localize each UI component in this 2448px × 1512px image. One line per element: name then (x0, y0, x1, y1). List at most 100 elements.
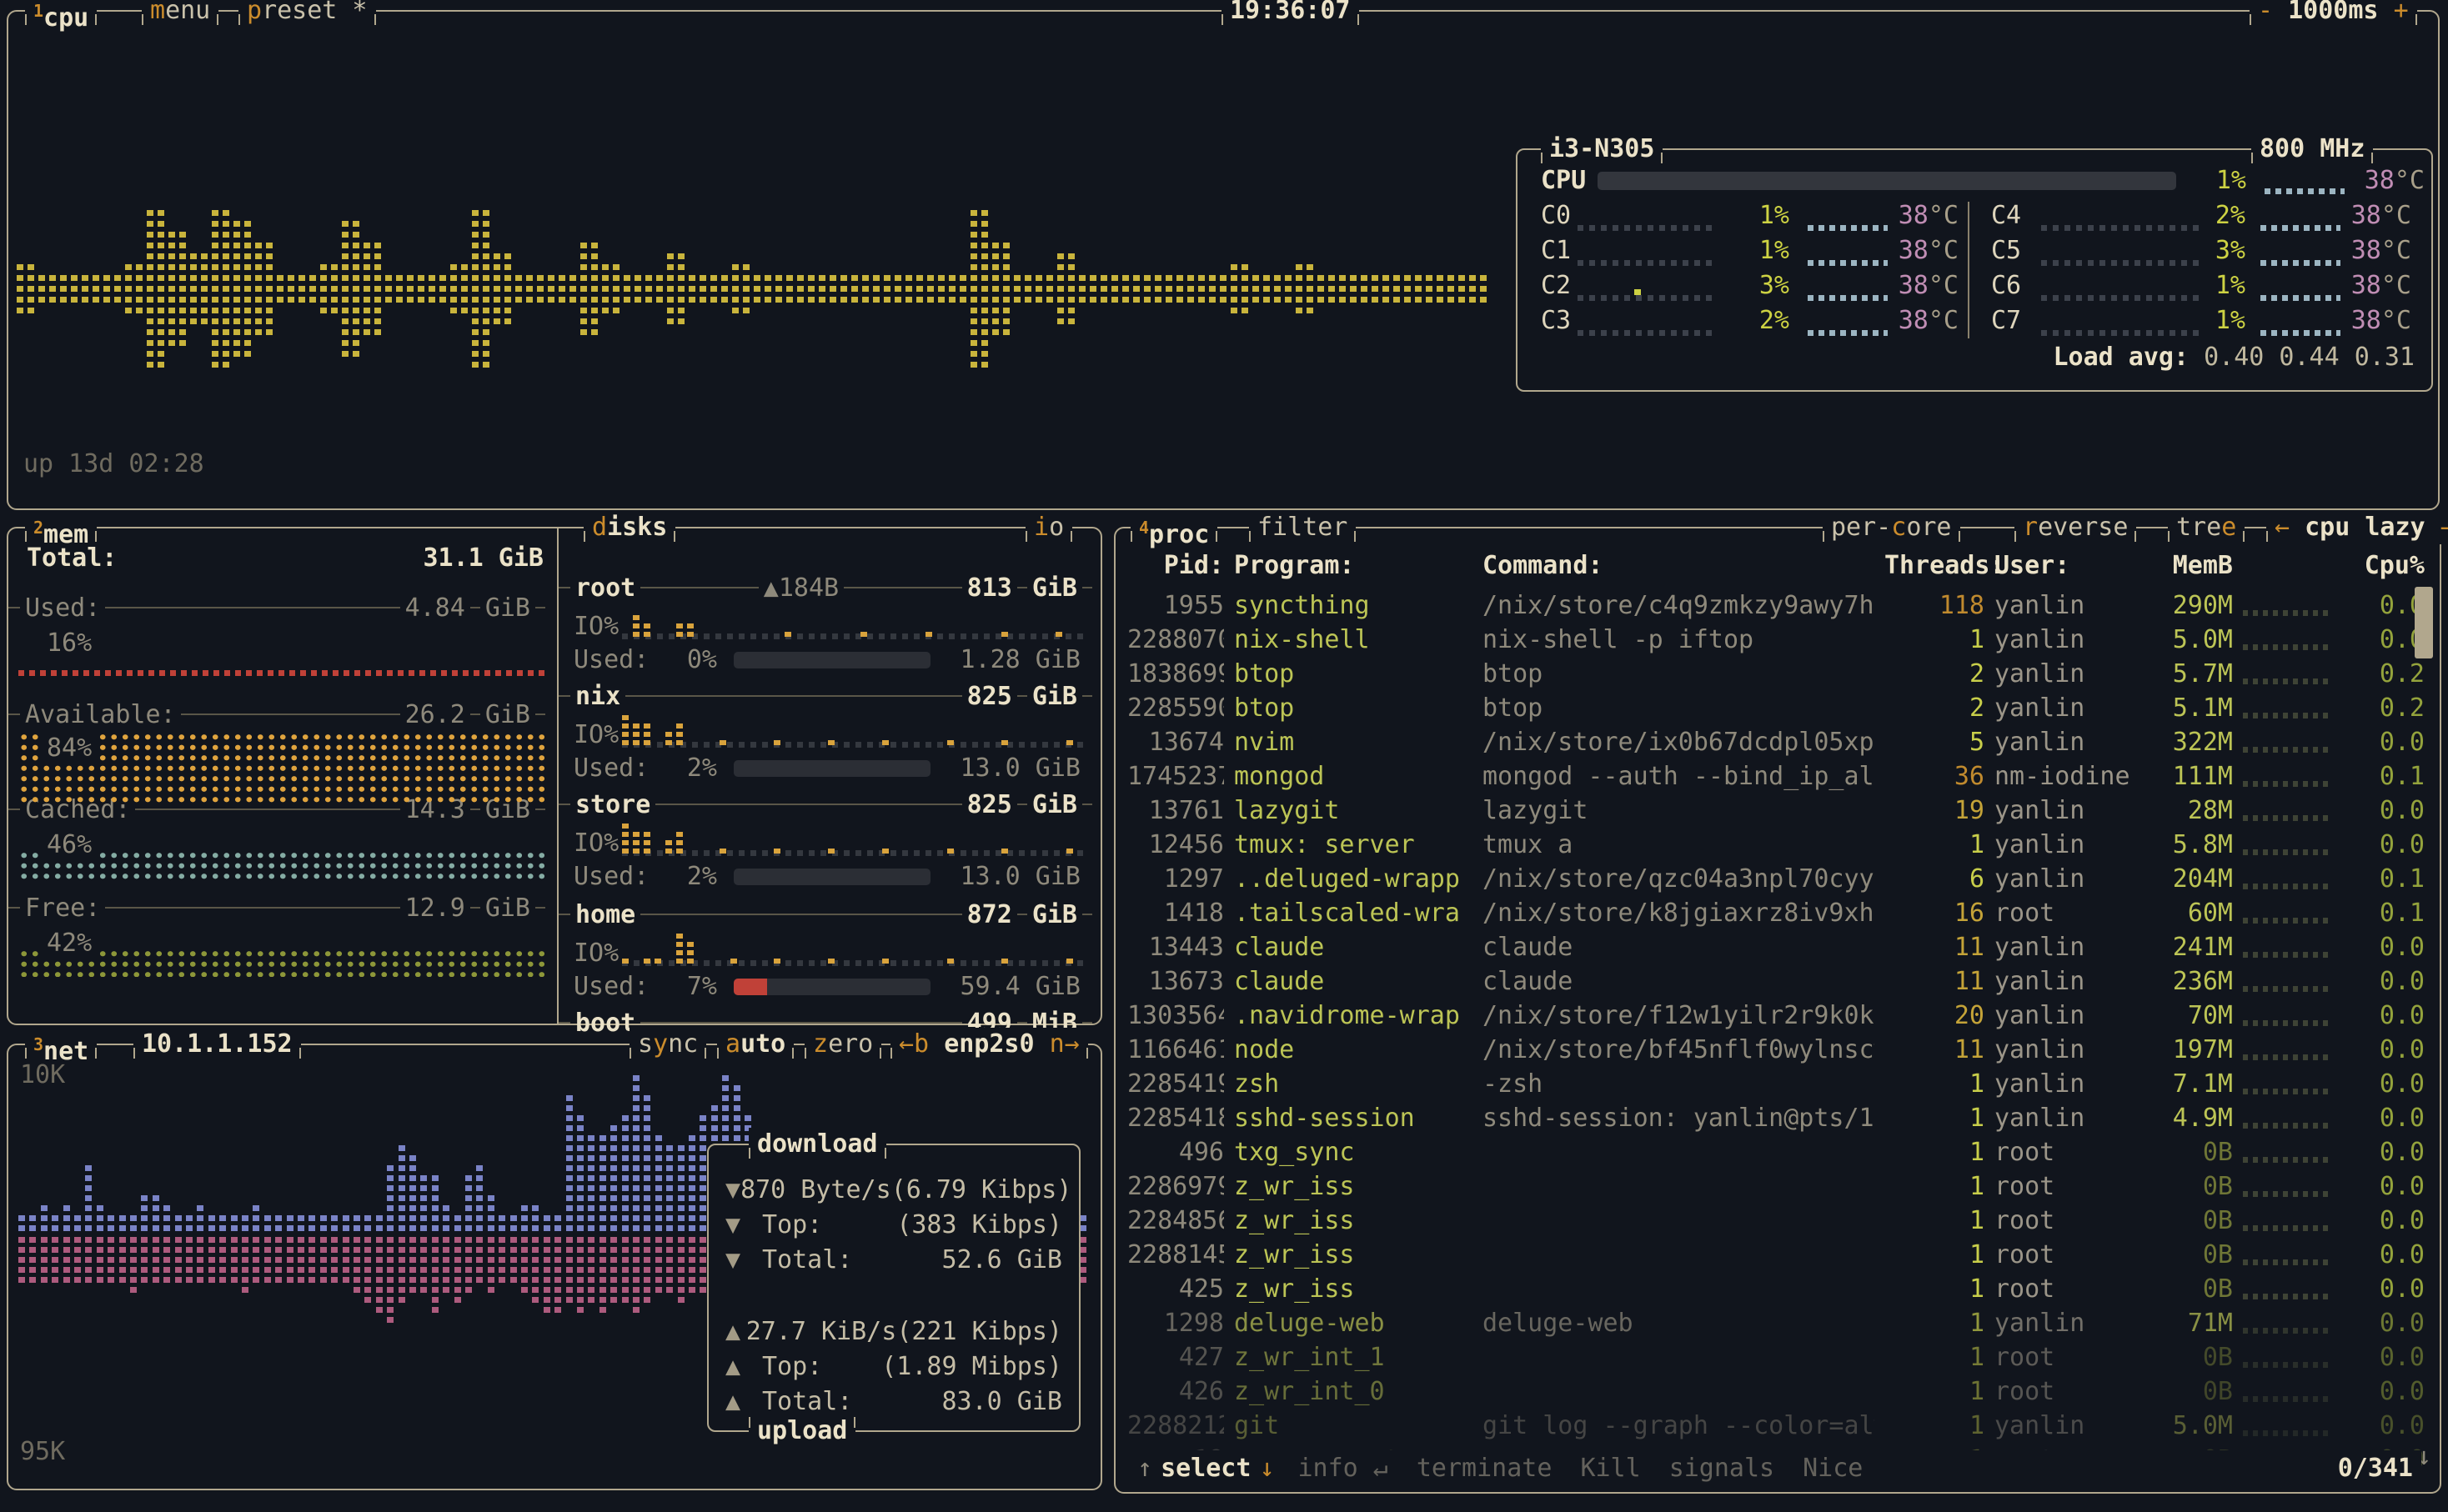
core-usage-graph (1578, 225, 1718, 231)
core-usage-graph (1578, 330, 1718, 336)
process-row[interactable]: 1297 ..deluged-wrapp /nix/store/qzc04a3n… (1116, 862, 2416, 896)
process-row[interactable]: 426 z_wr_int_0 1 root 0B 0.0 (1116, 1374, 2416, 1409)
sort-prev-button[interactable]: ← (2275, 513, 2290, 542)
cpu-hotkey: 1 (33, 1, 43, 21)
process-row[interactable]: 2286979 z_wr_iss 1 root 0B 0.0 (1116, 1169, 2416, 1204)
process-row[interactable]: 1298 deluge-web deluge-web 1 yanlin 71M … (1116, 1306, 2416, 1340)
footer-nice-button[interactable]: Nice (1803, 1454, 1863, 1483)
filter-button[interactable]: filter (1249, 511, 1356, 544)
download-stat-row: ▼870 Byte/s(6.79 Kibps) (725, 1175, 1062, 1204)
footer-info-button[interactable]: info ↵ (1298, 1454, 1388, 1483)
download-stat-row: ▼Total:52.6 GiB (725, 1245, 1062, 1274)
core-row: C6 1% 38°C (1968, 268, 2418, 303)
download-stat-row: ▼Top:(383 Kibps) (725, 1210, 1062, 1239)
refresh-plus-button[interactable]: + (2394, 0, 2409, 25)
net-sync-button[interactable]: sync (630, 1028, 706, 1061)
process-row[interactable]: 13443 claude claude 11 yanlin 241M 0.0 (1116, 930, 2416, 964)
process-row[interactable]: 427 z_wr_int_1 1 root 0B 0.0 (1116, 1340, 2416, 1374)
disk-nix-used-bar (734, 760, 931, 777)
footer-kill-button[interactable]: Kill (1580, 1454, 1640, 1483)
mem-used-divider: Used: 4.84 GiB (8, 593, 545, 622)
net-auto-button[interactable]: auto (717, 1028, 794, 1061)
mem-available-divider: Available: 26.2 GiB (8, 700, 545, 728)
disk-home-used-bar (734, 979, 931, 995)
disk-root-divider[interactable]: root▲184B813GiB (559, 573, 1092, 602)
network-box: 3net 10.1.1.152 sync auto zero ←b enp2s0… (7, 1044, 1102, 1490)
process-row[interactable]: 425 z_wr_iss 1 root 0B 0.0 (1116, 1272, 2416, 1306)
next-interface-button[interactable]: n→ (1050, 1029, 1080, 1059)
process-row[interactable]: 1418 .tailscaled-wra /nix/store/k8jgiaxr… (1116, 896, 2416, 930)
core-temp-graph (1808, 225, 1888, 231)
select-up-icon[interactable]: ↑ (1137, 1450, 1152, 1487)
disk-home-used-row: Used: 7% 59.4 GiB (559, 970, 1092, 1004)
process-row[interactable]: 13674 nvim /nix/store/ix0b67dcdpl05xpagx… (1116, 725, 2416, 759)
cpu-frequency: 800 MHz (2251, 133, 2373, 166)
mem-available-percent: 84% (40, 733, 98, 763)
process-row[interactable]: 2285590 btop btop 2 yanlin 5.1M 0.2 (1116, 691, 2416, 725)
menu-button[interactable]: menu (142, 0, 218, 28)
process-row[interactable]: 13673 claude claude 11 yanlin 236M 0.0 (1116, 964, 2416, 999)
process-row[interactable]: 12456 tmux: server tmux a 1 yanlin 5.8M … (1116, 828, 2416, 862)
process-row[interactable]: 2288145 z_wr_iss 1 root 0B 0.0 (1116, 1238, 2416, 1272)
net-box-title[interactable]: 3net (25, 1028, 97, 1061)
disk-store-used-row: Used: 2% 13.0 GiB (559, 860, 1092, 894)
process-row[interactable]: 2284856 z_wr_iss 1 root 0B 0.0 (1116, 1204, 2416, 1238)
upload-stat-row: ▲Top:(1.89 Mibps) (725, 1352, 1062, 1381)
process-row[interactable]: 2288070 nix-shell nix-shell -p iftop 1 y… (1116, 623, 2416, 657)
disk-home-divider[interactable]: home872GiB (559, 900, 1092, 929)
sort-next-button[interactable]: → (2440, 513, 2448, 542)
core-row: C4 2% 38°C (1968, 198, 2418, 233)
disk-root-io-row: IO% (559, 605, 1092, 642)
disk-store-io-row: IO% (559, 822, 1092, 859)
net-ip-button[interactable]: 10.1.1.152 (133, 1028, 301, 1061)
mem-free-percent: 42% (40, 929, 98, 958)
mem-free-divider: Free: 12.9 GiB (8, 894, 545, 922)
net-zero-button[interactable]: zero (805, 1028, 881, 1061)
core-temp-graph (2260, 225, 2340, 231)
cpu-temp-graph (2265, 188, 2345, 194)
cpu-usage-graph (17, 199, 1509, 385)
btop-screen: 1cpu menu preset * 19:36:07 - 1000ms + u… (0, 0, 2448, 1512)
footer-signals-button[interactable]: signals (1669, 1454, 1774, 1483)
process-row[interactable]: 1955 syncthing /nix/store/c4q9zmkzy9awy7… (1116, 588, 2416, 623)
process-row[interactable]: 1838699 btop btop 2 yanlin 5.7M 0.2 (1116, 657, 2416, 691)
cpu-box: 1cpu menu preset * 19:36:07 - 1000ms + u… (7, 10, 2440, 510)
proc-box-title[interactable]: 4proc (1131, 511, 1217, 544)
core-temp-graph (2260, 295, 2340, 301)
mem-cached-percent: 46% (40, 830, 98, 859)
process-row[interactable]: 2285418 sshd-session sshd-session: yanli… (1116, 1101, 2416, 1135)
process-row[interactable]: 1166461 node /nix/store/bf45nflf0wylnscw… (1116, 1033, 2416, 1067)
core-row: C2 3% 38°C (1517, 268, 1968, 303)
disk-nix-divider[interactable]: nix825GiB (559, 682, 1092, 710)
sort-column: cpu lazy (2305, 513, 2425, 542)
process-row[interactable]: 2288212 git git log --graph --color=alwa… (1116, 1409, 2416, 1443)
refresh-rate-control[interactable]: - 1000ms + (2250, 0, 2417, 28)
process-row[interactable]: 1303564 .navidrome-wrap /nix/store/f12w1… (1116, 999, 2416, 1033)
process-row[interactable]: 496 txg_sync 1 root 0B 0.0 (1116, 1135, 2416, 1169)
select-down-icon[interactable]: ↓ (1259, 1450, 1274, 1487)
footer-terminate-button[interactable]: terminate (1417, 1454, 1553, 1483)
uptime: up 13d 02:28 (23, 449, 204, 478)
proc-scrollbar[interactable] (2415, 587, 2433, 658)
process-row[interactable]: 13761 lazygit lazygit 19 yanlin 28M 0.0 (1116, 794, 2416, 828)
refresh-value: 1000ms (2288, 0, 2378, 25)
cpu-box-title[interactable]: 1cpu (25, 0, 97, 28)
per-core-button[interactable]: per-core (1823, 511, 1960, 544)
disk-nix-used-row: Used: 2% 13.0 GiB (559, 752, 1092, 785)
sort-selector[interactable]: ← cpu lazy → (2266, 511, 2448, 544)
upload-stat-row: ▲Total:83.0 GiB (725, 1387, 1062, 1416)
net-interface-switcher[interactable]: ←b enp2s0 n→ (890, 1028, 1088, 1061)
core-temp-graph (2260, 330, 2340, 336)
core-row: C5 3% 38°C (1968, 233, 2418, 268)
process-row[interactable]: 2285419 zsh -zsh 1 yanlin 7.1M 0.0 (1116, 1067, 2416, 1101)
preset-button[interactable]: preset * (238, 0, 376, 28)
disk-store-divider[interactable]: store825GiB (559, 790, 1092, 819)
refresh-minus-button[interactable]: - (2258, 0, 2273, 25)
clock: 19:36:07 (1221, 0, 1359, 28)
reverse-button[interactable]: reverse (2014, 511, 2136, 544)
process-row[interactable]: 1745237 mongod mongod --auth --bind_ip_a… (1116, 759, 2416, 794)
prev-interface-button[interactable]: ←b (899, 1029, 929, 1059)
tree-button[interactable]: tree (2168, 511, 2245, 544)
core-row: C0 1% 38°C (1517, 198, 1968, 233)
disks-panel: disks io root▲184B813GiBIO% Used: 0% 1.2… (557, 528, 1102, 1024)
